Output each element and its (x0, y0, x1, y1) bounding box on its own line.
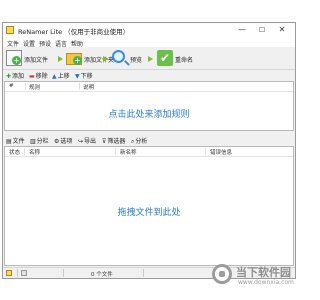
column-header-rule[interactable]: 规则 (29, 83, 40, 91)
maximize-button[interactable]: ☐ (253, 24, 271, 36)
column-header-status[interactable]: 状态 (9, 148, 20, 156)
arrow-right-icon (103, 56, 108, 62)
minus-icon: ▬ (29, 73, 35, 80)
title-bar[interactable]: ReNamer Lite （仅用于非商业使用） — ☐ ✕ (3, 23, 295, 37)
move-up-label: 上移 (57, 73, 70, 80)
column-divider[interactable] (25, 83, 26, 90)
plus-icon: ✚ (6, 73, 12, 80)
analyze-menu-button[interactable]: ⌕分析 (131, 136, 147, 146)
files-menu-label: 文件 (12, 138, 25, 145)
add-files-label: 添加文件 (24, 57, 49, 64)
watermark: 当下软件园 www.downxia.com (212, 262, 298, 296)
main-toolbar: + 添加文件 + 添加文件夹 预览 ✔ 重命名 (3, 47, 295, 70)
watermark-logo-icon (212, 264, 232, 284)
files-toolbar: ▤文件 ▥分栏 ⚙选项 ↪导出 ⊽筛选器 ⌕分析 (3, 135, 295, 145)
close-button[interactable]: ✕ (273, 24, 291, 36)
watermark-brand: 当下软件园 (236, 266, 291, 279)
analyze-menu-label: 分析 (135, 138, 148, 145)
add-files-button[interactable]: + 添加文件 (6, 50, 56, 66)
filter-icon: ⊽ (102, 138, 107, 145)
status-separator (143, 269, 144, 277)
menu-bar: 文件 设置 预设 语言 帮助 (3, 37, 295, 48)
window-title: ReNamer Lite （仅用于非商业使用） (18, 28, 130, 36)
gear-icon: ⚙ (54, 138, 60, 145)
add-file-icon: + (6, 50, 22, 66)
arrow-right-icon (58, 56, 63, 62)
columns-menu-label: 分栏 (36, 138, 49, 145)
status-separator (17, 269, 18, 277)
rename-button[interactable]: ✔ 重命名 (157, 50, 201, 66)
file-count: 0 个文件 (91, 272, 113, 278)
column-header-index[interactable]: # (9, 83, 14, 89)
export-icon: ↪ (78, 138, 84, 145)
rules-list-header: # 规则 说明 (5, 82, 293, 92)
checkmark-icon: ✔ (157, 50, 173, 66)
column-header-name[interactable]: 名称 (29, 148, 40, 156)
preview-label: 预览 (130, 57, 143, 64)
column-divider[interactable] (115, 148, 116, 155)
files-list[interactable]: 状态 名称 新名称 错误信息 拖拽文件到此处 (4, 146, 294, 266)
arrow-up-icon: ▲ (52, 73, 57, 80)
move-up-button[interactable]: ▲上移 (52, 71, 70, 80)
column-header-error[interactable]: 错误信息 (210, 148, 232, 156)
add-folder-icon: + (66, 53, 82, 65)
add-rules-hint[interactable]: 点击此处来添加规则 (5, 107, 293, 120)
arrow-right-icon (148, 56, 153, 62)
move-down-button[interactable]: ▼下移 (75, 71, 93, 80)
status-separator (63, 269, 64, 277)
column-header-new-name[interactable]: 新名称 (120, 148, 137, 156)
minimize-button[interactable]: — (233, 24, 251, 36)
files-icon: ▤ (6, 138, 12, 145)
magnifier-icon (112, 50, 125, 63)
column-header-description[interactable]: 说明 (83, 83, 94, 91)
filter-menu-label: 筛选器 (107, 138, 126, 145)
rules-list[interactable]: # 规则 说明 点击此处来添加规则 (4, 81, 294, 131)
renamer-window: ReNamer Lite （仅用于非商业使用） — ☐ ✕ 文件 设置 预设 语… (2, 22, 296, 279)
files-menu-button[interactable]: ▤文件 (6, 136, 25, 145)
column-divider[interactable] (205, 148, 206, 155)
columns-menu-button[interactable]: ▥分栏 (30, 136, 49, 145)
files-list-header: 状态 名称 新名称 错误信息 (5, 147, 293, 157)
status-rules-icon (6, 270, 12, 276)
analyze-icon: ⌕ (131, 138, 135, 145)
move-down-label: 下移 (80, 73, 93, 80)
remove-rule-label: 移除 (35, 73, 48, 80)
columns-icon: ▥ (30, 138, 36, 145)
drop-files-hint[interactable]: 拖拽文件到此处 (5, 205, 293, 218)
rules-toolbar: ✚添加 ▬移除 ▲上移 ▼下移 (3, 70, 295, 80)
options-menu-button[interactable]: ⚙选项 (54, 136, 72, 145)
export-menu-label: 导出 (84, 138, 97, 145)
column-divider[interactable] (79, 83, 80, 90)
preview-button[interactable]: 预览 (112, 50, 146, 66)
arrow-down-icon: ▼ (75, 73, 80, 80)
column-divider[interactable] (24, 148, 25, 155)
app-icon (6, 26, 14, 34)
remove-rule-button[interactable]: ▬移除 (29, 71, 48, 80)
add-rule-label: 添加 (12, 73, 25, 80)
add-folders-label: 添加文件夹 (84, 57, 115, 64)
options-menu-label: 选项 (60, 138, 73, 145)
status-files-icon (21, 270, 27, 276)
rename-label: 重命名 (175, 57, 194, 64)
add-rule-button[interactable]: ✚添加 (6, 71, 24, 80)
watermark-url: www.downxia.com (238, 279, 294, 286)
export-menu-button[interactable]: ↪导出 (78, 136, 96, 145)
filter-menu-button[interactable]: ⊽筛选器 (102, 136, 125, 145)
